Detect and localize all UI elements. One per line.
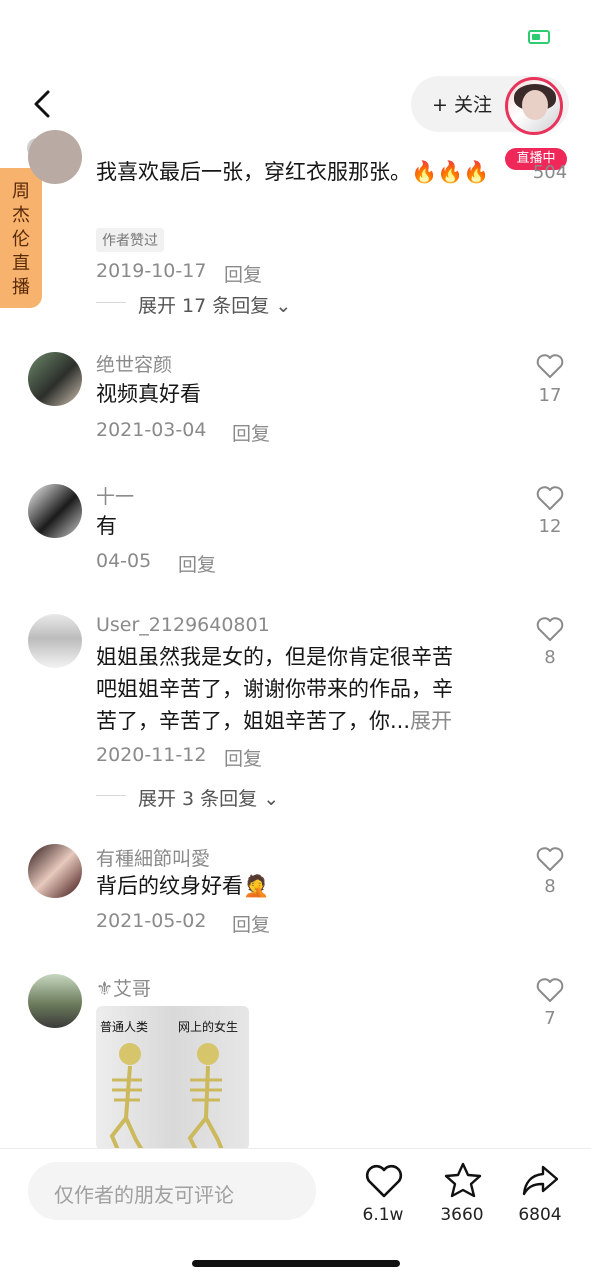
share-total: 6804 <box>518 1205 562 1225</box>
reply-button[interactable]: 回复 <box>224 744 262 771</box>
follow-label[interactable]: + 关注 <box>432 90 492 117</box>
like-count: 17 <box>538 385 562 406</box>
comment-date: 2021-05-02 <box>96 910 207 932</box>
expand-replies-button[interactable]: 展开 3 条回复 ⌄ <box>138 784 279 811</box>
like-count: 504 <box>532 162 568 183</box>
comment-input-placeholder[interactable]: 仅作者的朋友可评论 <box>54 1179 234 1208</box>
like-count: 12 <box>538 516 562 537</box>
avatar[interactable] <box>28 484 82 538</box>
reply-button[interactable]: 回复 <box>178 550 216 577</box>
comment-text-line-content: 苦了，辛苦了，姐姐辛苦了，你... <box>96 709 411 733</box>
comment-username[interactable]: 绝世容颜 <box>96 350 172 377</box>
back-button[interactable] <box>26 82 66 126</box>
comment-text: 背后的纹身好看🤦 <box>96 874 270 898</box>
show-more-button[interactable]: 展开 <box>410 709 452 733</box>
avatar[interactable] <box>28 130 82 184</box>
comment-text: 视频真好看 <box>96 382 201 406</box>
favorite-total: 3660 <box>440 1205 484 1225</box>
expand-replies-label: 展开 17 条回复 <box>138 295 270 317</box>
meme-label-right: 网上的女生 <box>178 1020 239 1034</box>
home-indicator[interactable] <box>192 1260 400 1267</box>
share-icon[interactable] <box>521 1163 561 1199</box>
chevron-left-icon <box>34 90 50 118</box>
comment-username[interactable]: 十一 <box>96 482 134 509</box>
comment-text: 有 <box>96 514 117 538</box>
like-count: 8 <box>544 876 556 897</box>
divider <box>96 302 126 303</box>
meme-label-left: 普通人类 <box>100 1020 149 1034</box>
meme-image[interactable]: 普通人类 网上的女生 <box>96 1006 249 1150</box>
skeleton-right <box>187 1043 224 1150</box>
comment-date: 04-05 <box>96 550 152 572</box>
comment-date: 2020-11-12 <box>96 744 207 766</box>
like-total: 6.1w <box>362 1205 404 1225</box>
reply-button[interactable]: 回复 <box>232 910 270 937</box>
divider <box>96 795 126 796</box>
comment-username[interactable]: 有種細節叫愛 <box>96 844 210 871</box>
expand-replies-label: 展开 3 条回复 <box>138 788 258 810</box>
avatar[interactable] <box>28 614 82 668</box>
comment-date: 2021-03-04 <box>96 419 207 441</box>
heart-icon[interactable] <box>536 977 564 1003</box>
avatar[interactable] <box>28 844 82 898</box>
author-liked-tag: 作者赞过 <box>96 228 164 252</box>
avatar[interactable] <box>28 352 82 406</box>
comment-username[interactable]: User_2129640801 <box>96 614 270 636</box>
avatar[interactable] <box>28 974 82 1028</box>
chevron-down-icon: ⌄ <box>263 788 280 810</box>
comment-text-line: 苦了，辛苦了，姐姐辛苦了，你...展开 <box>96 705 452 737</box>
reply-button[interactable]: 回复 <box>232 419 270 446</box>
comment-date: 2019-10-17 <box>96 260 207 282</box>
like-count: 8 <box>544 647 556 668</box>
like-count: 7 <box>544 1008 556 1029</box>
like-heart-icon[interactable] <box>364 1163 404 1199</box>
battery-icon <box>528 30 550 44</box>
comment-text-line: 吧姐姐辛苦了，谢谢你带来的作品，辛 <box>96 677 453 701</box>
heart-icon[interactable] <box>536 846 564 872</box>
skeleton-left <box>109 1043 144 1150</box>
heart-icon[interactable] <box>536 485 564 511</box>
live-side-tab[interactable]: 周杰伦直播 <box>0 168 42 308</box>
live-side-tab-label: 周杰伦直播 <box>12 181 30 298</box>
reply-button[interactable]: 回复 <box>224 260 262 287</box>
expand-replies-button[interactable]: 展开 17 条回复 ⌄ <box>138 291 291 318</box>
comment-text: 我喜欢最后一张，穿红衣服那张。🔥🔥🔥 <box>96 160 490 184</box>
star-icon[interactable] <box>444 1161 482 1199</box>
comment-text-line: 姐姐虽然我是女的，但是你肯定很辛苦 <box>96 645 453 669</box>
chevron-down-icon: ⌄ <box>275 295 292 317</box>
comment-username[interactable]: ⚜艾哥 <box>96 974 151 1001</box>
heart-icon[interactable] <box>536 616 564 642</box>
author-avatar[interactable] <box>505 77 563 135</box>
heart-icon[interactable] <box>536 353 564 379</box>
